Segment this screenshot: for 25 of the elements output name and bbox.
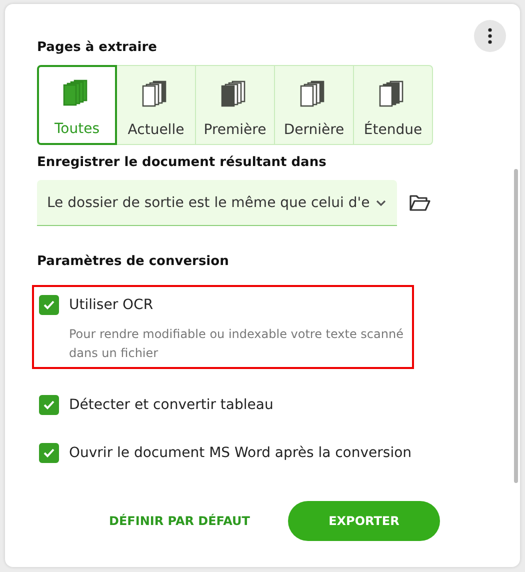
folder-dropdown[interactable]: Le dossier de sortie est le même que celui d'e <box>37 180 397 226</box>
section-title: Pages à extraire <box>37 40 158 55</box>
checkbox[interactable] <box>39 295 59 315</box>
more-icon <box>488 28 492 44</box>
chevron-down-icon <box>375 198 387 206</box>
page-option-tab[interactable]: Dernière <box>274 65 354 145</box>
checkbox-label: Utiliser OCR <box>69 297 154 313</box>
checkmark-icon <box>43 400 55 410</box>
page-option-tab[interactable]: Toutes <box>37 65 117 145</box>
checkmark-icon <box>43 300 55 310</box>
option-description: Pour rendre modifiable ou indexable votre texte scanné dans un fichier <box>69 326 404 362</box>
scrollbar[interactable] <box>514 169 518 483</box>
page-option-tab[interactable]: Actuelle <box>116 65 196 145</box>
folder-icon[interactable] <box>409 194 431 212</box>
page-option-tab[interactable]: Étendue <box>353 65 433 145</box>
page-option-tab[interactable]: Première <box>195 65 275 145</box>
checkbox[interactable] <box>39 395 59 415</box>
checkmark-icon <box>43 448 55 458</box>
checkbox-label: Ouvrir le document MS Word après la conversion <box>69 445 412 461</box>
section-title: Paramètres de conversion <box>37 254 230 269</box>
set-default-button[interactable]: DÉFINIR PAR DÉFAUT <box>109 514 250 528</box>
section-title: Enregistrer le document résultant dans <box>37 155 328 170</box>
checkbox[interactable] <box>39 443 59 463</box>
more-options-button[interactable] <box>474 20 506 52</box>
checkbox-label: Détecter et convertir tableau <box>69 397 274 413</box>
